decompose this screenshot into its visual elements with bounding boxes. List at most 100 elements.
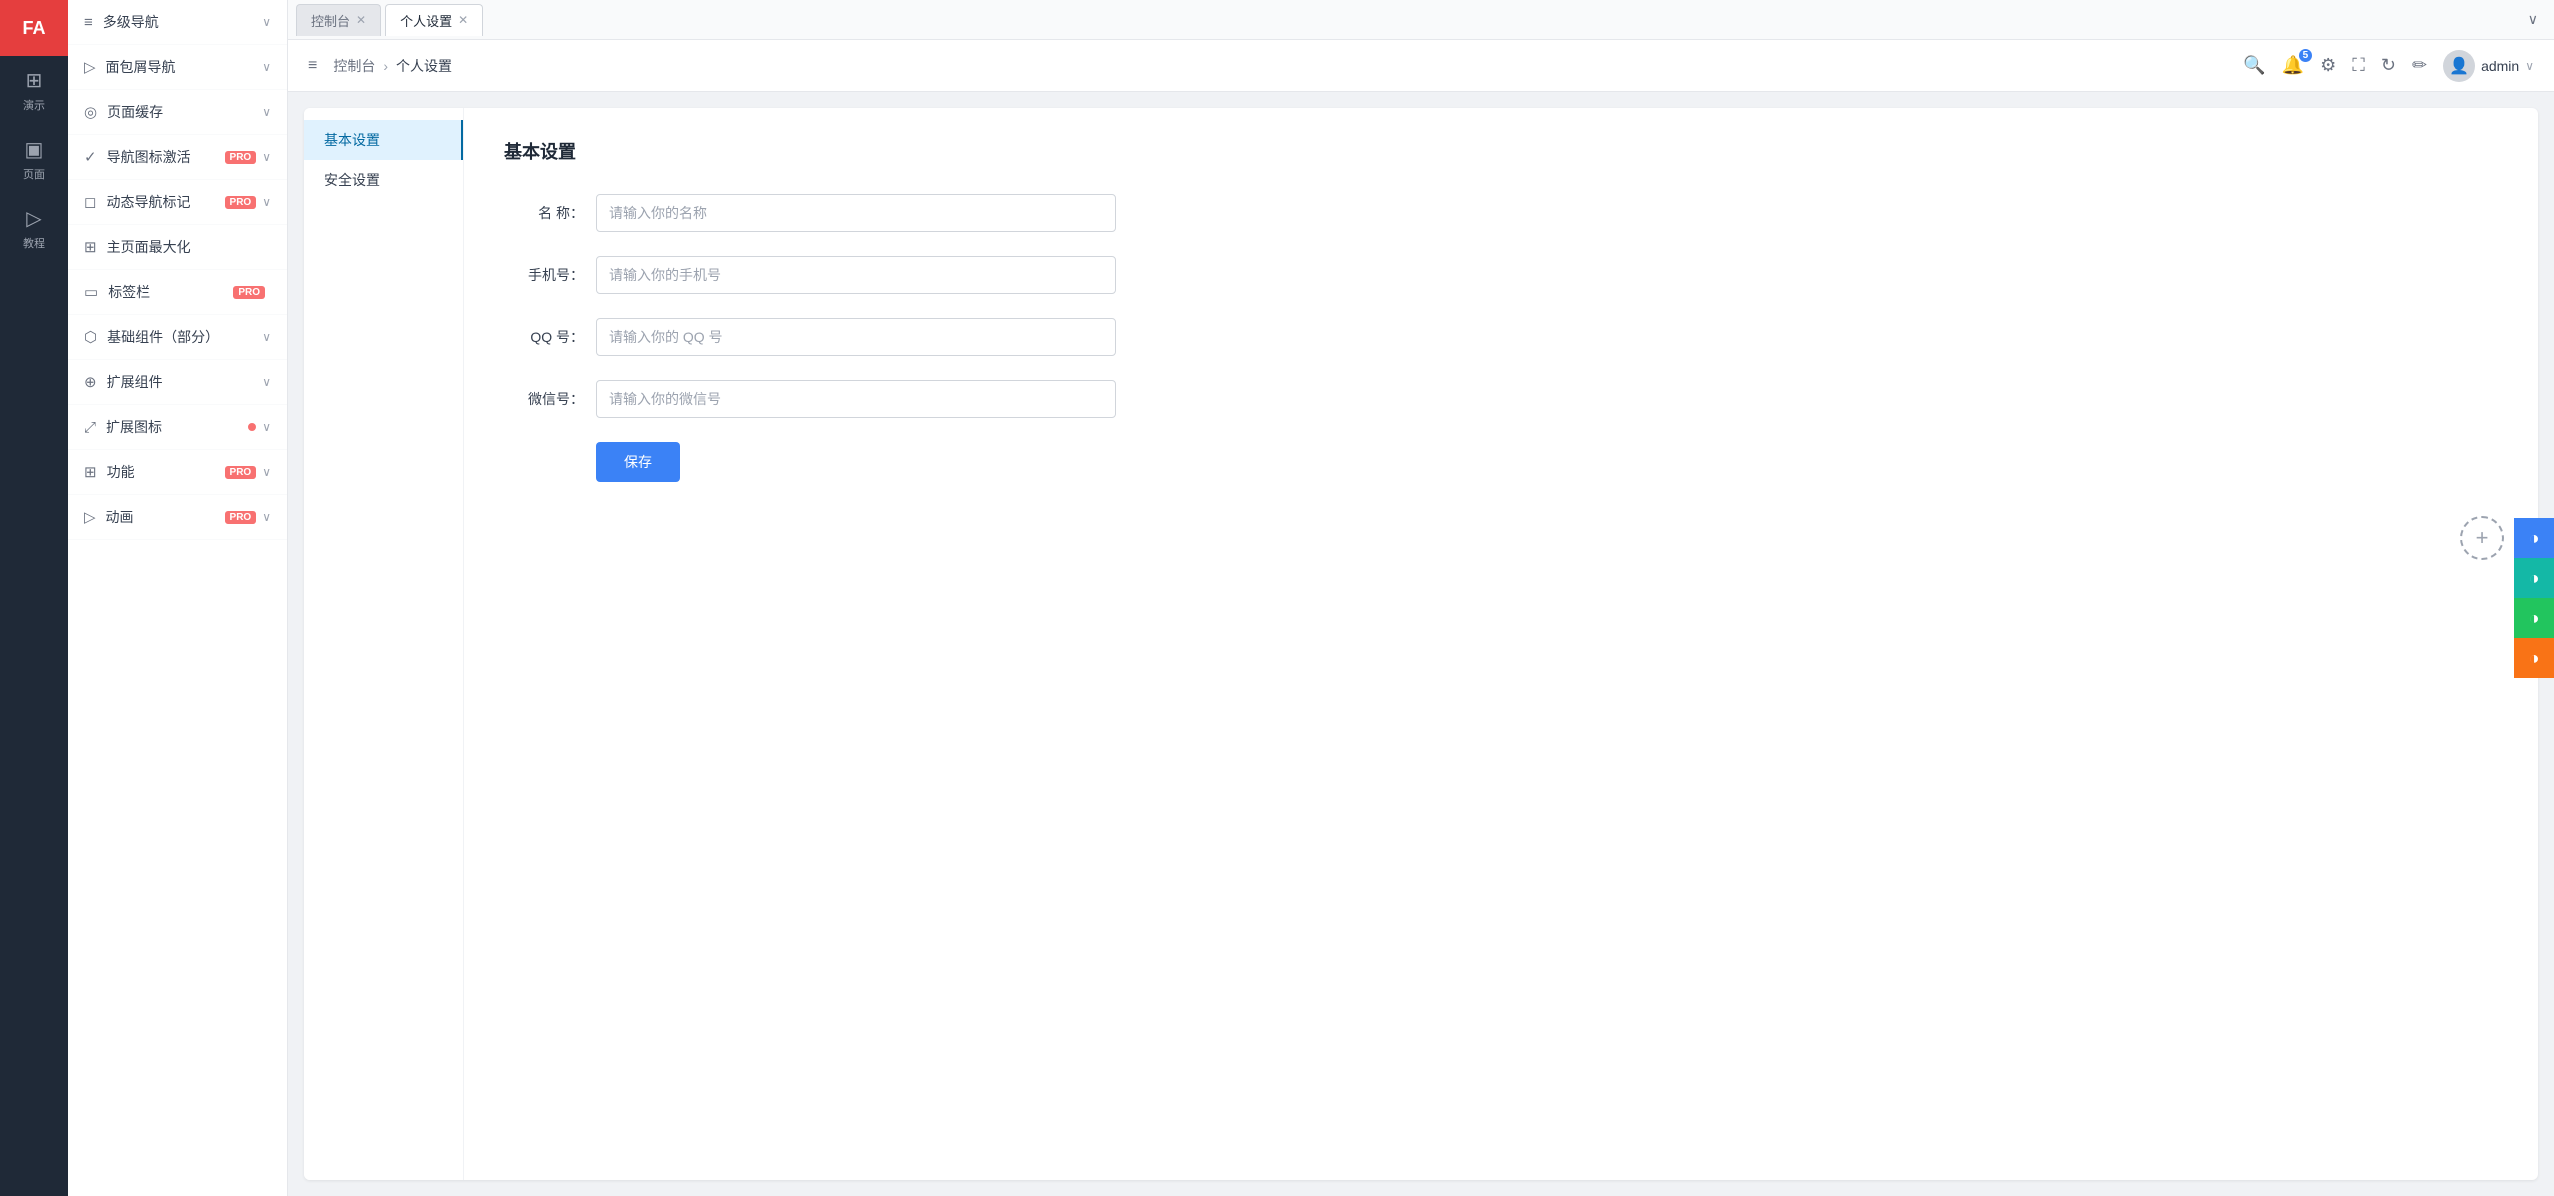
- tab-dashboard-label: 控制台: [311, 11, 350, 30]
- tutorial-icon: ▷: [26, 206, 41, 231]
- user-avatar-area[interactable]: 👤 admin ∨: [2443, 50, 2534, 82]
- demo-label: 演示: [23, 97, 45, 113]
- dynamic-nav-icon: ◻: [84, 193, 96, 211]
- sidebar-item-demo[interactable]: ⊞ 演示: [0, 56, 68, 125]
- nav-label-extend-icons: 扩展图标: [106, 417, 248, 437]
- float-btn-teal-icon: ◑: [2529, 568, 2540, 589]
- menu-icon: ≡: [84, 14, 93, 31]
- tab-dashboard-close[interactable]: ✕: [356, 14, 366, 26]
- nav-item-page-cache[interactable]: ◎ 页面缓存 ∨: [68, 90, 287, 135]
- nav-label-basic-components: 基础组件（部分）: [107, 327, 262, 347]
- user-dropdown-arrow: ∨: [2525, 59, 2534, 73]
- settings-main: 基本设置 名 称： 手机号： QQ 号： 微信号：: [464, 108, 2538, 1180]
- user-name: admin: [2481, 58, 2519, 74]
- icon-sidebar: FA ⊞ 演示 ▣ 页面 ▷ 教程: [0, 0, 68, 1196]
- settings-icon[interactable]: ⚙: [2320, 55, 2336, 76]
- form-row-qq: QQ 号：: [504, 318, 2498, 356]
- tutorial-label: 教程: [23, 235, 45, 251]
- main-area: 控制台 ✕ 个人设置 ✕ ∨ ≡ 控制台 › 个人设置 🔍 🔔 5 ⚙ ⛶ ↻ …: [288, 0, 2554, 1196]
- breadcrumb: ≡ 控制台 › 个人设置: [308, 56, 2243, 76]
- chevron-down-icon-6: ∨: [262, 330, 271, 344]
- nav-label-breadcrumb: 面包屑导航: [106, 57, 263, 77]
- chevron-down-icon-8: ∨: [262, 420, 271, 434]
- extend-icons-icon: ⤢: [84, 419, 96, 436]
- wechat-input[interactable]: [596, 380, 1116, 418]
- pro-badge-features: PRO: [225, 466, 257, 479]
- nav-item-multi-nav[interactable]: ≡ 多级导航 ∨: [68, 0, 287, 45]
- settings-container: 基本设置 安全设置 基本设置 名 称： 手机号： QQ 号：: [304, 108, 2538, 1180]
- form-row-name: 名 称：: [504, 194, 2498, 232]
- settings-tab-security[interactable]: 安全设置: [304, 160, 463, 200]
- breadcrumb-item-dashboard[interactable]: 控制台: [333, 56, 375, 76]
- logo-text: FA: [22, 18, 45, 39]
- qq-label: QQ 号：: [504, 327, 584, 347]
- notification-icon[interactable]: 🔔 5: [2282, 55, 2304, 76]
- nav-label-nav-icon-active: 导航图标激活: [107, 147, 225, 167]
- logo-area[interactable]: FA: [0, 0, 68, 56]
- chevron-down-icon-10: ∨: [262, 510, 271, 524]
- chevron-down-icon-5: ∨: [262, 195, 271, 209]
- chevron-down-icon-4: ∨: [262, 150, 271, 164]
- features-icon: ⊞: [84, 463, 97, 481]
- breadcrumb-item-current: 个人设置: [396, 56, 452, 76]
- breadcrumb-sep: ›: [383, 58, 388, 74]
- edit-icon[interactable]: ✏: [2412, 55, 2427, 76]
- pro-badge-animation: PRO: [225, 511, 257, 524]
- header-actions: 🔍 🔔 5 ⚙ ⛶ ↻ ✏ 👤 admin ∨: [2243, 50, 2534, 82]
- nav-item-animation[interactable]: ▷ 动画 PRO ∨: [68, 495, 287, 540]
- settings-title: 基本设置: [504, 138, 2498, 164]
- name-label: 名 称：: [504, 203, 584, 223]
- nav-item-features[interactable]: ⊞ 功能 PRO ∨: [68, 450, 287, 495]
- nav-item-extend-components[interactable]: ⊕ 扩展组件 ∨: [68, 360, 287, 405]
- float-btn-orange[interactable]: ◑: [2514, 638, 2554, 678]
- tab-personal-settings[interactable]: 个人设置 ✕: [385, 4, 483, 36]
- pro-badge-tab-bar: PRO: [233, 286, 265, 299]
- tab-dashboard[interactable]: 控制台 ✕: [296, 4, 381, 36]
- phone-input[interactable]: [596, 256, 1116, 294]
- phone-label: 手机号：: [504, 265, 584, 285]
- search-icon[interactable]: 🔍: [2243, 55, 2265, 76]
- float-btn-blue[interactable]: ◑: [2514, 518, 2554, 558]
- page-cache-icon: ◎: [84, 103, 97, 121]
- tab-personal-settings-close[interactable]: ✕: [458, 14, 468, 26]
- save-button[interactable]: 保存: [596, 442, 680, 482]
- name-input[interactable]: [596, 194, 1116, 232]
- nav-item-extend-icons[interactable]: ⤢ 扩展图标 ∨: [68, 405, 287, 450]
- float-btn-teal[interactable]: ◑: [2514, 558, 2554, 598]
- qq-input[interactable]: [596, 318, 1116, 356]
- sidebar-item-tutorial[interactable]: ▷ 教程: [0, 194, 68, 263]
- nav-item-nav-icon-active[interactable]: ✓ 导航图标激活 PRO ∨: [68, 135, 287, 180]
- tab-dropdown-btn[interactable]: ∨: [2520, 7, 2546, 32]
- animation-icon: ▷: [84, 508, 96, 526]
- settings-tab-basic[interactable]: 基本设置: [304, 120, 463, 160]
- form-row-phone: 手机号：: [504, 256, 2498, 294]
- basic-components-icon: ⬡: [84, 328, 97, 346]
- tab-bar-container: 控制台 ✕ 个人设置 ✕ ∨: [288, 0, 2554, 40]
- nav-item-basic-components[interactable]: ⬡ 基础组件（部分） ∨: [68, 315, 287, 360]
- float-btn-blue-icon: ◑: [2529, 528, 2540, 549]
- avatar: 👤: [2443, 50, 2475, 82]
- nav-label-animation: 动画: [106, 507, 225, 527]
- chevron-down-icon-7: ∨: [262, 375, 271, 389]
- notification-badge: 5: [2299, 49, 2313, 62]
- add-float-button[interactable]: +: [2460, 516, 2504, 560]
- tab-bar-icon: ▭: [84, 283, 98, 301]
- fullscreen-icon[interactable]: ⛶: [2352, 55, 2365, 76]
- settings-sidebar: 基本设置 安全设置: [304, 108, 464, 1180]
- header-bar: ≡ 控制台 › 个人设置 🔍 🔔 5 ⚙ ⛶ ↻ ✏ 👤 admin ∨: [288, 40, 2554, 92]
- nav-item-dynamic-nav[interactable]: ◻ 动态导航标记 PRO ∨: [68, 180, 287, 225]
- chevron-down-icon-3: ∨: [262, 105, 271, 119]
- nav-item-tab-bar[interactable]: ▭ 标签栏 PRO: [68, 270, 287, 315]
- avatar-icon: 👤: [2449, 56, 2469, 76]
- nav-label-tab-bar: 标签栏: [108, 282, 233, 302]
- nav-item-main-max[interactable]: ⊞ 主页面最大化: [68, 225, 287, 270]
- chevron-down-icon-9: ∨: [262, 465, 271, 479]
- nav-label-multi-nav: 多级导航: [103, 12, 262, 32]
- main-max-icon: ⊞: [84, 238, 97, 256]
- page-content: 基本设置 安全设置 基本设置 名 称： 手机号： QQ 号：: [288, 92, 2554, 1196]
- nav-item-breadcrumb[interactable]: ▷ 面包屑导航 ∨: [68, 45, 287, 90]
- float-btn-green[interactable]: ◑: [2514, 598, 2554, 638]
- check-icon: ✓: [84, 148, 97, 166]
- refresh-icon[interactable]: ↻: [2381, 55, 2396, 76]
- sidebar-item-pages[interactable]: ▣ 页面: [0, 125, 68, 194]
